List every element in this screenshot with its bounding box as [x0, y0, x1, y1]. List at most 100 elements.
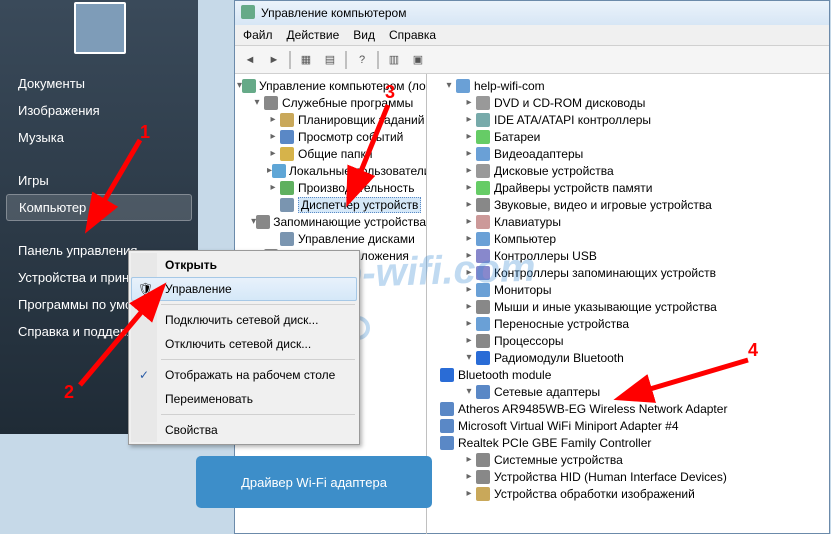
sm-label: Музыка — [18, 130, 64, 145]
node-icon — [475, 452, 491, 468]
sm-documents[interactable]: Документы — [0, 70, 198, 97]
sm-pictures[interactable]: Изображения — [0, 97, 198, 124]
node-icon — [279, 197, 295, 213]
expand-icon[interactable]: ▸ — [463, 199, 475, 210]
tree-row[interactable]: ▸ IDE ATA/ATAPI контроллеры — [427, 111, 829, 128]
window-titlebar[interactable]: Управление компьютером — [235, 1, 829, 25]
expand-icon[interactable]: ▾ — [443, 80, 455, 91]
expand-icon[interactable]: ▸ — [463, 182, 475, 193]
expand-icon[interactable]: ▸ — [463, 454, 475, 465]
node-icon — [475, 231, 491, 247]
node-label: Устройства HID (Human Interface Devices) — [494, 470, 727, 484]
node-icon — [475, 469, 491, 485]
tree-row[interactable]: ▸ Системные устройства — [427, 451, 829, 468]
tree-row[interactable]: ▸Realtek PCIe GBE Family Controller — [427, 434, 829, 451]
expand-icon[interactable]: ▸ — [267, 148, 279, 159]
expand-icon[interactable]: ▸ — [463, 148, 475, 159]
expand-icon[interactable]: ▸ — [463, 233, 475, 244]
callout-bubble: Драйвер Wi-Fi адаптера — [196, 456, 432, 508]
toolbar-back[interactable]: ◄ — [239, 49, 261, 71]
tree-row[interactable]: ▸ Компьютер — [427, 230, 829, 247]
node-label: Процессоры — [494, 334, 564, 348]
node-icon — [475, 486, 491, 502]
tree-row[interactable]: ▸Дисковые устройства — [427, 162, 829, 179]
node-icon — [475, 146, 491, 162]
annotation-1: 1 — [140, 122, 150, 143]
expand-icon[interactable]: ▸ — [463, 284, 475, 295]
ctx-properties[interactable]: Свойства — [131, 418, 357, 442]
tree-row[interactable]: ▾Управление компьютером (локальным) — [235, 77, 426, 94]
expand-icon[interactable]: ▸ — [463, 488, 475, 499]
tree-row[interactable]: ▾Запоминающие устройства — [235, 213, 426, 230]
tree-row[interactable]: ▸ Контроллеры запоминающих устройств — [427, 264, 829, 281]
tree-row[interactable]: ▸ Видеоадаптеры — [427, 145, 829, 162]
toolbar-sep — [289, 51, 291, 69]
right-tree-pane[interactable]: ▾help-wifi-com▸DVD и CD-ROM дисководы▸ID… — [427, 74, 829, 534]
expand-icon[interactable]: ▸ — [463, 318, 475, 329]
tree-row[interactable]: ▸Клавиатуры — [427, 213, 829, 230]
tree-row[interactable]: ▸Управление дисками — [235, 230, 426, 247]
annotation-4: 4 — [748, 340, 758, 361]
ctx-open[interactable]: Открыть — [131, 253, 357, 277]
annotation-arrow-2 — [75, 280, 185, 393]
expand-icon[interactable]: ▸ — [463, 97, 475, 108]
ctx-label: Открыть — [165, 258, 217, 272]
ctx-label: Свойства — [165, 423, 218, 437]
expand-icon[interactable]: ▸ — [463, 250, 475, 261]
node-label: Realtek PCIe GBE Family Controller — [458, 436, 651, 450]
menu-view[interactable]: Вид — [353, 28, 375, 42]
callout-text: Драйвер Wi-Fi адаптера — [241, 475, 387, 490]
node-icon — [475, 316, 491, 332]
node-label: Устройства обработки изображений — [494, 487, 695, 501]
toolbar-forward[interactable]: ► — [263, 49, 285, 71]
tree-row[interactable]: ▸Microsoft Virtual WiFi Miniport Adapter… — [427, 417, 829, 434]
toolbar-btn[interactable]: ▣ — [407, 49, 429, 71]
annotation-arrow-3 — [340, 100, 400, 213]
node-icon — [256, 214, 270, 230]
menu-action[interactable]: Действие — [287, 28, 340, 42]
node-label: Видеоадаптеры — [494, 147, 583, 161]
expand-icon[interactable]: ▸ — [463, 335, 475, 346]
expand-icon[interactable]: ▸ — [267, 182, 279, 193]
node-label: Системные устройства — [494, 453, 623, 467]
expand-icon[interactable]: ▸ — [463, 114, 475, 125]
node-label: Компьютер — [494, 232, 556, 246]
toolbar-up[interactable]: ▦ — [295, 49, 317, 71]
expand-icon[interactable]: ▸ — [463, 471, 475, 482]
tree-row[interactable]: ▸ Устройства HID (Human Interface Devices… — [427, 468, 829, 485]
tree-row[interactable]: ▸ Устройства обработки изображений — [427, 485, 829, 502]
tree-row[interactable]: ▸Драйверы устройств памяти — [427, 179, 829, 196]
menu-help[interactable]: Справка — [389, 28, 436, 42]
node-label: IDE ATA/ATAPI контроллеры — [494, 113, 651, 127]
toolbar-properties[interactable]: ▤ — [319, 49, 341, 71]
node-icon — [475, 180, 491, 196]
tree-row[interactable]: ▸Звуковые, видео и игровые устройства — [427, 196, 829, 213]
expand-icon[interactable]: ▸ — [463, 131, 475, 142]
expand-icon[interactable]: ▸ — [267, 131, 279, 142]
tree-row[interactable]: ▸ Мыши и иные указывающие устройства — [427, 298, 829, 315]
node-label: Мониторы — [494, 283, 551, 297]
tree-row[interactable]: ▸ Мониторы — [427, 281, 829, 298]
expand-icon[interactable]: ▾ — [463, 352, 475, 363]
tree-row[interactable]: ▸Батареи — [427, 128, 829, 145]
expand-icon[interactable]: ▾ — [463, 386, 475, 397]
expand-icon[interactable]: ▾ — [251, 97, 263, 108]
expand-icon[interactable]: ▸ — [463, 301, 475, 312]
node-icon — [475, 129, 491, 145]
tree-row[interactable]: ▸DVD и CD-ROM дисководы — [427, 94, 829, 111]
tree-row[interactable]: ▾help-wifi-com — [427, 77, 829, 94]
toolbar-btn[interactable]: ▥ — [383, 49, 405, 71]
node-label: Мыши и иные указывающие устройства — [494, 300, 717, 314]
tree-row[interactable]: ▸ Процессоры — [427, 332, 829, 349]
node-icon — [279, 231, 295, 247]
node-label: Контроллеры запоминающих устройств — [494, 266, 716, 280]
expand-icon[interactable]: ▸ — [463, 267, 475, 278]
expand-icon[interactable]: ▸ — [463, 165, 475, 176]
expand-icon[interactable]: ▸ — [267, 114, 279, 125]
menu-file[interactable]: Файл — [243, 28, 273, 42]
tree-row[interactable]: ▸Контроллеры USB — [427, 247, 829, 264]
node-icon — [475, 333, 491, 349]
expand-icon[interactable]: ▸ — [463, 216, 475, 227]
tree-row[interactable]: ▸Переносные устройства — [427, 315, 829, 332]
toolbar-help[interactable]: ? — [351, 49, 373, 71]
